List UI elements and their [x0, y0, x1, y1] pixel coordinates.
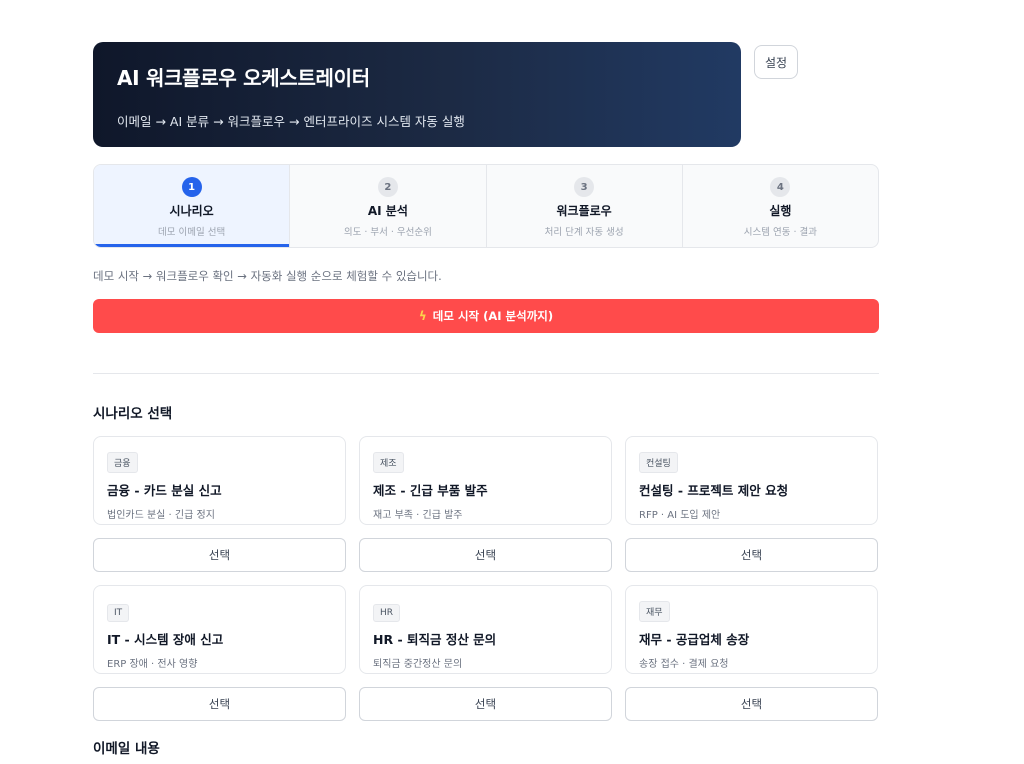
- start-demo-label: 데모 시작 (AI 분석까지): [432, 309, 554, 323]
- step-title: AI 분석: [367, 204, 408, 218]
- select-hr-button[interactable]: 선택: [359, 687, 612, 721]
- start-demo-button[interactable]: ϟ 데모 시작 (AI 분석까지): [93, 299, 879, 333]
- scenario-card-hr[interactable]: HR HR - 퇴직금 정산 문의 퇴직금 중간정산 문의: [359, 585, 612, 674]
- lightning-icon: ϟ: [418, 309, 427, 323]
- flow-hint: 데모 시작 → 워크플로우 확인 → 자동화 실행 순으로 체험할 수 있습니다…: [93, 269, 442, 283]
- select-it-button[interactable]: 선택: [93, 687, 346, 721]
- step-subtitle: 데모 이메일 선택: [158, 227, 226, 238]
- select-consulting-button[interactable]: 선택: [625, 538, 878, 572]
- step-title: 실행: [769, 204, 792, 218]
- step-title: 시나리오: [169, 204, 214, 218]
- app-subtitle: 이메일 → AI 분류 → 워크플로우 → 엔터프라이즈 시스템 자동 실행: [117, 114, 465, 129]
- step-title: 워크플로우: [556, 204, 612, 218]
- card-description: 송장 접수 · 결제 요청: [639, 659, 729, 670]
- step-execution[interactable]: 4 실행 시스템 연동 · 결과: [683, 165, 878, 247]
- scenario-card-it[interactable]: IT IT - 시스템 장애 신고 ERP 장애 · 전사 영향: [93, 585, 346, 674]
- step-workflow[interactable]: 3 워크플로우 처리 단계 자동 생성: [487, 165, 683, 247]
- step-subtitle: 시스템 연동 · 결과: [743, 227, 817, 238]
- hero-banner: AI 워크플로우 오케스트레이터 이메일 → AI 분류 → 워크플로우 → 엔…: [93, 42, 741, 147]
- category-tag: 제조: [373, 452, 404, 473]
- app-title: AI 워크플로우 오케스트레이터: [117, 66, 370, 90]
- category-tag: IT: [107, 604, 130, 622]
- card-description: 법인카드 분실 · 긴급 정지: [107, 510, 215, 521]
- card-description: 퇴직금 중간정산 문의: [373, 659, 463, 670]
- step-number: 4: [770, 177, 791, 197]
- card-description: 재고 부족 · 긴급 발주: [373, 510, 463, 521]
- step-number: 2: [377, 177, 398, 197]
- category-tag: 컨설팅: [639, 452, 678, 473]
- card-title: 재무 - 공급업체 송장: [639, 632, 750, 647]
- step-ai-analysis[interactable]: 2 AI 분석 의도 · 부서 · 우선순위: [290, 165, 487, 247]
- settings-button[interactable]: 설정: [754, 45, 798, 79]
- divider: [93, 373, 879, 374]
- progress-stepper: 1 시나리오 데모 이메일 선택 2 AI 분석 의도 · 부서 · 우선순위 …: [93, 164, 879, 248]
- card-description: ERP 장애 · 전사 영향: [107, 659, 198, 670]
- card-title: 컨설팅 - 프로젝트 제안 요청: [639, 483, 789, 498]
- card-description: RFP · AI 도입 제안: [639, 510, 721, 521]
- scenario-card-accounting[interactable]: 재무 재무 - 공급업체 송장 송장 접수 · 결제 요청: [625, 585, 878, 674]
- scenario-section-title: 시나리오 선택: [93, 406, 173, 422]
- category-tag: 금융: [107, 452, 138, 473]
- select-manufacturing-button[interactable]: 선택: [359, 538, 612, 572]
- step-number: 3: [574, 177, 595, 197]
- card-title: IT - 시스템 장애 신고: [107, 632, 224, 647]
- scenario-card-consulting[interactable]: 컨설팅 컨설팅 - 프로젝트 제안 요청 RFP · AI 도입 제안: [625, 436, 878, 525]
- card-title: 제조 - 긴급 부품 발주: [373, 483, 488, 498]
- select-accounting-button[interactable]: 선택: [625, 687, 878, 721]
- select-finance-button[interactable]: 선택: [93, 538, 346, 572]
- step-scenario[interactable]: 1 시나리오 데모 이메일 선택: [94, 165, 291, 247]
- scenario-card-finance[interactable]: 금융 금융 - 카드 분실 신고 법인카드 분실 · 긴급 정지: [93, 436, 346, 525]
- card-title: 금융 - 카드 분실 신고: [107, 483, 222, 498]
- category-tag: 재무: [639, 601, 670, 622]
- step-subtitle: 처리 단계 자동 생성: [544, 227, 624, 238]
- email-section-title: 이메일 내용: [93, 741, 160, 757]
- scenario-card-manufacturing[interactable]: 제조 제조 - 긴급 부품 발주 재고 부족 · 긴급 발주: [359, 436, 612, 525]
- category-tag: HR: [373, 604, 401, 622]
- step-number: 1: [181, 177, 202, 197]
- step-subtitle: 의도 · 부서 · 우선순위: [343, 227, 432, 238]
- card-title: HR - 퇴직금 정산 문의: [373, 632, 497, 647]
